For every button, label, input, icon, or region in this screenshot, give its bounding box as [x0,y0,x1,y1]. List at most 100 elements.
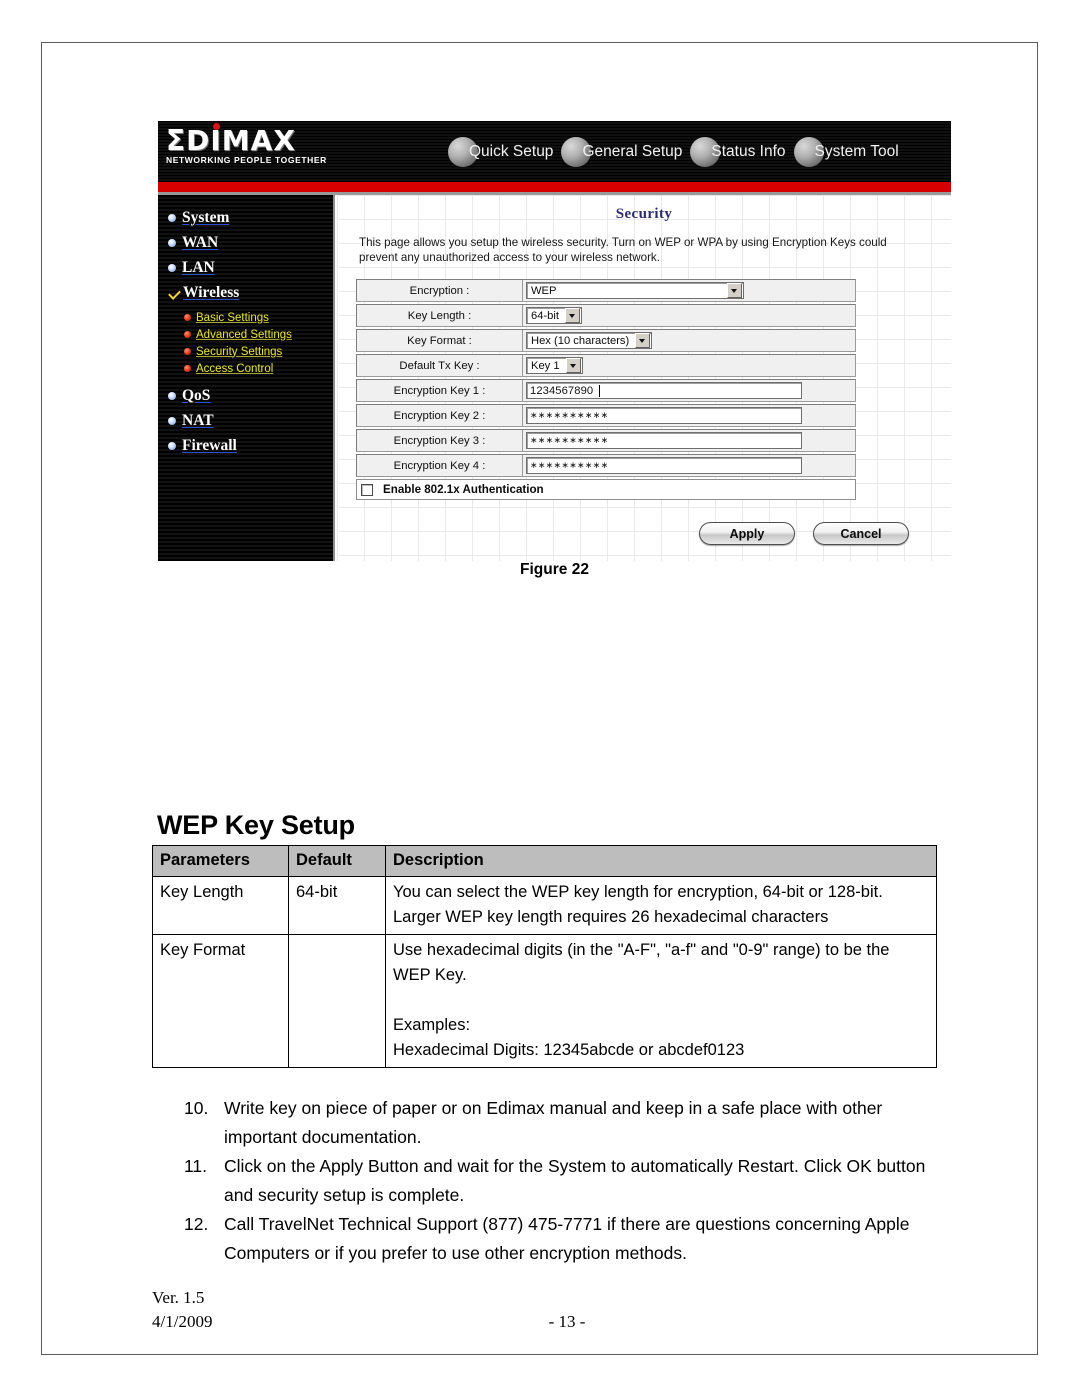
enable-8021x-row[interactable]: Enable 802.1x Authentication [356,479,856,500]
blue-bullet-icon [168,238,176,247]
sidebar-subitem-advanced-settings[interactable]: Advanced Settings [158,326,333,343]
step-text: Write key on piece of paper or on Edimax… [224,1098,883,1147]
wep-key-setup-section: WEP Key Setup Parameters Default Descrip… [152,810,942,1068]
field-control: ∗∗∗∗∗∗∗∗∗∗ [523,430,855,451]
sidebar-item-wan[interactable]: WAN [158,230,333,255]
form-row-encryption-key-2: Encryption Key 2 : ∗∗∗∗∗∗∗∗∗∗ [356,404,856,427]
blue-bullet-icon [168,263,176,272]
cell-description: Use hexadecimal digits (in the "A-F", "a… [385,934,937,1068]
header-red-rule [158,182,951,195]
select-value: 64-bit [531,309,559,322]
field-label: Default Tx Key : [357,355,523,376]
column-header-parameters: Parameters [152,845,289,877]
cancel-button[interactable]: Cancel [813,522,909,545]
column-header-description: Description [385,845,937,877]
encryption-key-3-input[interactable]: ∗∗∗∗∗∗∗∗∗∗ [526,432,802,449]
version-label: Ver. 1.5 [152,1288,205,1307]
date-label: 4/1/2009 [152,1312,213,1331]
panel-description: This page allows you setup the wireless … [359,236,887,264]
red-bullet-icon [184,314,191,321]
cell-parameter: Key Format [152,934,289,1068]
logo-dot-icon [213,123,220,130]
table-row: Key Length 64-bit You can select the WEP… [152,876,937,935]
form-row-encryption: Encryption : WEP [356,279,856,302]
sidebar-item-firewall[interactable]: Firewall [158,433,333,458]
brand-name: ΣDIMAX [166,124,296,157]
page-footer: Ver. 1.5 4/1/2009 - 13 - [152,1286,942,1334]
field-control: WEP [523,280,855,301]
sidebar-item-lan[interactable]: LAN [158,255,333,280]
column-header-default: Default [288,845,386,877]
field-control: ∗∗∗∗∗∗∗∗∗∗ [523,455,855,476]
step-number: 11. [184,1156,212,1176]
enable-8021x-label: Enable 802.1x Authentication [383,483,544,496]
wep-parameters-table: Parameters Default Description Key Lengt… [152,845,937,1068]
encryption-key-1-input[interactable]: 1234567890 [526,382,802,399]
encryption-select[interactable]: WEP [526,282,744,299]
form-row-default-tx-key: Default Tx Key : Key 1 [356,354,856,377]
form-row-encryption-key-1: Encryption Key 1 : 1234567890 [356,379,856,402]
tab-general-setup[interactable]: General Setup [561,137,682,167]
sidebar-item-wireless[interactable]: Wireless [158,280,333,305]
field-control: Key 1 [523,355,855,376]
brand-tagline: NETWORKING PEOPLE TOGETHER [166,155,327,165]
step-text: Click on the Apply Button and wait for t… [224,1156,926,1205]
select-value: WEP [531,284,557,297]
field-control: 64-bit [523,305,855,326]
default-tx-key-select[interactable]: Key 1 [526,357,583,374]
tab-system-tool[interactable]: System Tool [793,137,899,167]
blue-bullet-icon [168,391,176,400]
document-page-frame: ΣDIMAX NETWORKING PEOPLE TOGETHER Quick … [41,42,1038,1355]
field-label: Encryption Key 1 : [357,380,523,401]
sidebar-subitem-label: Advanced Settings [196,328,292,341]
sidebar-item-qos[interactable]: QoS [158,383,333,408]
sidebar-subitem-label: Access Control [196,362,274,375]
page-number: - 13 - [548,1312,586,1331]
blue-bullet-icon [168,416,176,425]
tab-label: Quick Setup [469,143,554,160]
sidebar-subitem-security-settings[interactable]: Security Settings [158,343,333,360]
step-text: Call TravelNet Technical Support (877) 4… [224,1214,910,1263]
step-number: 12. [184,1214,209,1234]
cell-default [288,934,386,1068]
sidebar-item-label: NAT [182,411,214,429]
tab-status-info[interactable]: Status Info [690,137,786,167]
chevron-down-icon[interactable] [565,308,580,323]
cell-parameter: Key Length [152,876,289,935]
sidebar-subitem-basic-settings[interactable]: Basic Settings [158,309,333,326]
router-sidebar: System WAN LAN Wireless Basic Settings A… [158,195,335,561]
chevron-down-icon[interactable] [565,358,581,373]
sidebar-item-nat[interactable]: NAT [158,408,333,433]
field-label: Encryption : [357,280,523,301]
security-form: Encryption : WEP Key Length : 64-bit Key… [356,279,856,477]
field-control: ∗∗∗∗∗∗∗∗∗∗ [523,405,855,426]
sidebar-item-system[interactable]: System [158,205,333,230]
chevron-down-icon[interactable] [727,283,742,298]
sidebar-item-label: QoS [182,386,211,404]
form-row-key-length: Key Length : 64-bit [356,304,856,327]
page-title: WEP Key Setup [157,810,355,840]
field-control: 1234567890 [523,380,855,401]
encryption-key-2-input[interactable]: ∗∗∗∗∗∗∗∗∗∗ [526,407,802,424]
yellow-check-icon [168,287,180,298]
list-item: 11. Click on the Apply Button and wait f… [184,1152,944,1210]
field-label: Encryption Key 2 : [357,405,523,426]
sidebar-subitem-access-control[interactable]: Access Control [158,360,333,377]
tab-label: Status Info [711,143,786,160]
select-value: Key 1 [531,359,560,372]
figure-caption: Figure 22 [520,561,589,578]
chevron-down-icon[interactable] [635,333,651,348]
tab-quick-setup[interactable]: Quick Setup [448,137,553,167]
edimax-logo: ΣDIMAX NETWORKING PEOPLE TOGETHER [166,123,346,165]
panel-title: Security [615,206,673,222]
router-nav-tabs: Quick Setup General Setup Status Info Sy… [448,135,907,169]
blue-bullet-icon [168,213,176,222]
enable-8021x-checkbox[interactable] [361,483,373,496]
key-length-select[interactable]: 64-bit [526,307,582,324]
key-format-select[interactable]: Hex (10 characters) [526,332,653,349]
sidebar-item-label: Wireless [183,283,240,301]
encryption-key-4-input[interactable]: ∗∗∗∗∗∗∗∗∗∗ [526,457,802,474]
sidebar-item-label: LAN [182,258,215,276]
apply-button[interactable]: Apply [699,522,795,545]
cell-default: 64-bit [288,876,386,935]
